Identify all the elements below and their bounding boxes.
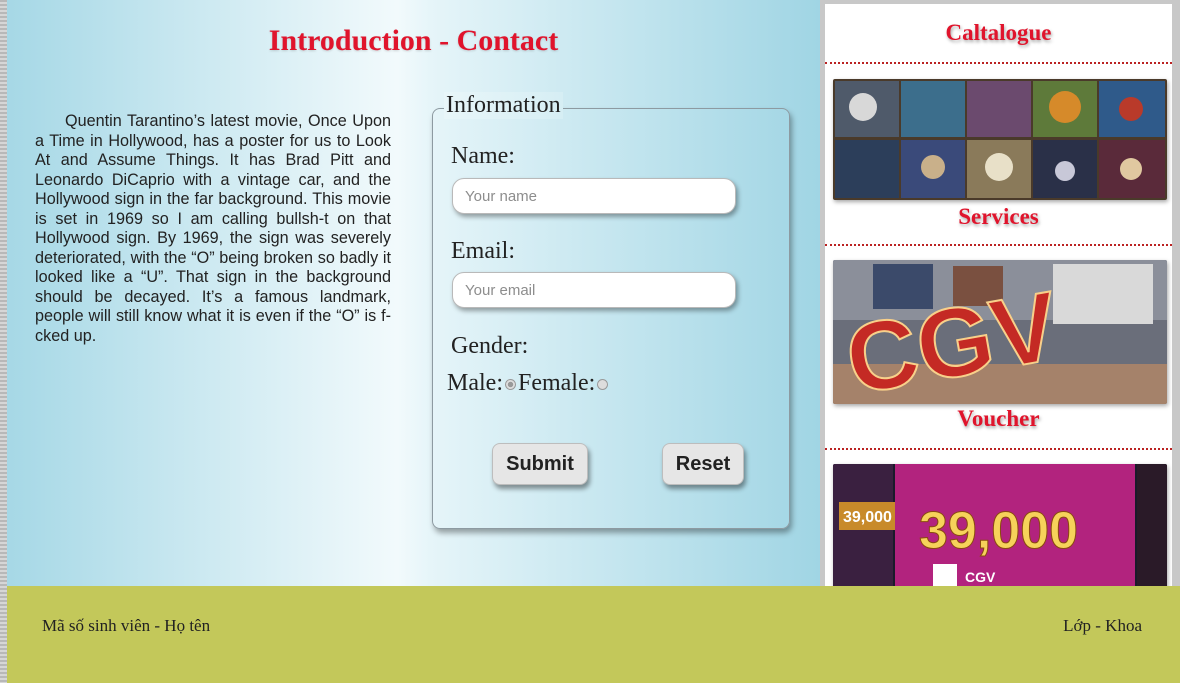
- cgv-sign-icon: CGV: [833, 260, 1167, 404]
- gender-label: Gender:: [451, 333, 529, 359]
- catalogue-collage-icon: [833, 79, 1167, 200]
- voucher-poster-icon: 39,000 39,000 CGV: [833, 464, 1167, 586]
- name-label: Name:: [451, 143, 515, 169]
- gender-options: Male: Female:: [447, 370, 610, 397]
- catalogue-heading: Caltalogue: [945, 20, 1052, 45]
- submit-button[interactable]: Submit: [492, 443, 588, 485]
- reset-button[interactable]: Reset: [662, 443, 744, 485]
- svg-text:39,000: 39,000: [919, 502, 1078, 560]
- email-input[interactable]: [452, 272, 736, 308]
- catalogue-divider: [825, 62, 1172, 64]
- voucher-heading: Voucher: [957, 406, 1040, 431]
- intro-paragraph: Quentin Tarantino’s latest movie, Once U…: [35, 112, 391, 345]
- female-label: Female:: [517, 370, 596, 396]
- left-border-decoration: [0, 0, 7, 683]
- voucher-divider: [825, 448, 1172, 450]
- svg-text:CGV: CGV: [965, 569, 996, 585]
- fieldset-legend: Information: [444, 92, 563, 119]
- page-title: Introduction - Contact: [268, 24, 559, 57]
- sidebar: Caltalogue Services CGV Voucher 39,000 3…: [825, 4, 1172, 586]
- footer: Mã số sinh viên - Họ tên Lớp - Khoa: [7, 586, 1180, 683]
- services-heading: Services: [958, 204, 1039, 229]
- svg-text:39,000: 39,000: [843, 509, 892, 526]
- name-input[interactable]: [452, 178, 736, 214]
- female-radio[interactable]: [597, 378, 609, 390]
- voucher-image[interactable]: 39,000 39,000 CGV: [833, 464, 1167, 586]
- male-label: Male:: [447, 370, 503, 396]
- male-radio[interactable]: [504, 378, 516, 390]
- catalogue-image[interactable]: [833, 79, 1167, 200]
- email-label: Email:: [451, 238, 515, 264]
- footer-class-info: Lớp - Khoa: [1063, 616, 1142, 635]
- footer-student-info: Mã số sinh viên - Họ tên: [42, 616, 211, 635]
- services-image[interactable]: CGV: [833, 260, 1167, 404]
- page-frame: Introduction - Contact Quentin Tarantino…: [0, 0, 1180, 683]
- services-divider: [825, 244, 1172, 246]
